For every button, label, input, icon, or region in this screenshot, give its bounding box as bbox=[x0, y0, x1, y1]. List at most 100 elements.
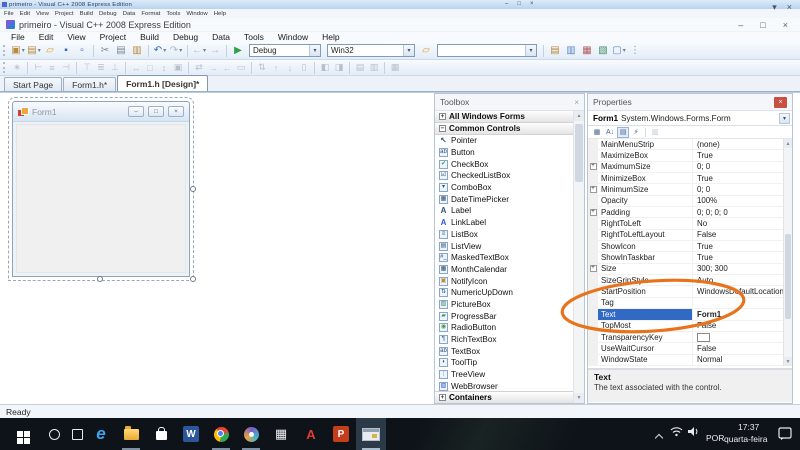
find-combo[interactable]: ▾ bbox=[437, 44, 537, 57]
make-horizontal-spacing-equal-button[interactable]: ⇄ bbox=[193, 61, 206, 74]
toolbox-button[interactable]: ▧ bbox=[596, 43, 611, 58]
glitch-menu-item[interactable]: Format bbox=[141, 11, 160, 16]
cortana-button[interactable] bbox=[42, 418, 66, 450]
property-value[interactable]: True bbox=[693, 252, 783, 262]
clock-date[interactable]: quarta-feira bbox=[724, 434, 767, 444]
toolbar-grip[interactable] bbox=[3, 45, 7, 56]
close-button[interactable]: × bbox=[783, 20, 788, 30]
chevron-down-icon[interactable]: ▾ bbox=[779, 113, 790, 124]
speaker-icon[interactable] bbox=[687, 426, 700, 437]
menu-item[interactable]: Data bbox=[205, 32, 237, 42]
toolbox-item-label[interactable]: A Label bbox=[435, 205, 573, 217]
solution-platforms-combo[interactable]: Win32 ▾ bbox=[327, 44, 415, 57]
align-lefts-button[interactable]: ⊢ bbox=[32, 61, 45, 74]
send-to-back-button[interactable]: ▥ bbox=[368, 61, 381, 74]
add-new-item-button[interactable]: ▤ bbox=[27, 43, 42, 58]
RightToLeft[interactable]: + RightToLeft No bbox=[588, 218, 783, 229]
scrollbar-thumb[interactable] bbox=[785, 234, 791, 319]
properties-view-icon[interactable]: ▤ bbox=[617, 127, 629, 138]
cut-button[interactable]: ✂ bbox=[98, 43, 113, 58]
resize-handle-right[interactable] bbox=[190, 186, 196, 192]
RightToLeftLayout[interactable]: + RightToLeftLayout False bbox=[588, 230, 783, 241]
close-icon[interactable]: × bbox=[774, 97, 787, 108]
toolbox-section-containers[interactable]: + Containers bbox=[435, 391, 573, 403]
wifi-icon[interactable] bbox=[670, 426, 683, 437]
scroll-down-icon[interactable]: ▼ bbox=[784, 357, 792, 366]
scrollbar-thumb[interactable] bbox=[575, 124, 583, 182]
clock-time[interactable]: 17:37 bbox=[738, 422, 759, 432]
events-icon[interactable]: ⚡ bbox=[630, 127, 642, 138]
MaximumSize[interactable]: + MaximumSize 0; 0 bbox=[588, 162, 783, 173]
toolbox-item-combobox[interactable]: ▾ ComboBox bbox=[435, 182, 573, 194]
snap-to-grid-button[interactable]: ∗ bbox=[11, 61, 24, 74]
properties-scrollbar[interactable]: ▲ ▼ bbox=[783, 139, 792, 366]
designed-form-client-area[interactable] bbox=[16, 124, 186, 273]
UseWaitCursor[interactable]: + UseWaitCursor False bbox=[588, 343, 783, 354]
action-center-icon[interactable] bbox=[778, 427, 792, 440]
chevron-down-icon[interactable]: ▾ bbox=[403, 45, 414, 56]
increase-vertical-spacing-button[interactable]: ↑ bbox=[270, 61, 283, 74]
glitch-menu-item[interactable]: Edit bbox=[20, 11, 30, 16]
microsoft-store-icon[interactable] bbox=[146, 418, 176, 450]
glitch-menu-item[interactable]: Build bbox=[80, 11, 93, 16]
alphabetical-icon[interactable]: A↓ bbox=[604, 127, 616, 138]
undo-button[interactable]: ↶ bbox=[153, 43, 168, 58]
file-explorer-icon[interactable] bbox=[116, 418, 146, 450]
toolbox-item-datetimepicker[interactable]: ▦ DateTimePicker bbox=[435, 193, 573, 205]
ShowIcon[interactable]: + ShowIcon True bbox=[588, 241, 783, 252]
property-value[interactable]: 0; 0 bbox=[693, 162, 783, 172]
folder-icon-button[interactable]: ▱ bbox=[419, 43, 434, 58]
glitch-menu-item[interactable]: View bbox=[36, 11, 49, 16]
maximize-icon[interactable]: □ bbox=[517, 1, 521, 7]
scroll-up-icon[interactable]: ▲ bbox=[574, 111, 584, 121]
designed-form[interactable]: Form1 – □ × bbox=[12, 101, 190, 277]
toolbox-section-all-windows-forms[interactable]: + All Windows Forms bbox=[435, 111, 573, 123]
resize-handle-bottom[interactable] bbox=[97, 276, 103, 282]
scroll-up-icon[interactable]: ▲ bbox=[784, 139, 792, 148]
open-file-button[interactable]: ▱ bbox=[43, 43, 58, 58]
property-value[interactable]: True bbox=[693, 150, 783, 160]
glitch-menu-item[interactable]: Help bbox=[214, 11, 226, 16]
menu-item[interactable]: Edit bbox=[32, 32, 61, 42]
menu-item[interactable]: Tools bbox=[237, 32, 271, 42]
make-same-height-button[interactable]: ↕ bbox=[158, 61, 171, 74]
tab-order-button[interactable]: ▦ bbox=[389, 61, 402, 74]
start-button[interactable] bbox=[0, 418, 40, 450]
toolbox-item-radiobutton[interactable]: ◉ RadioButton bbox=[435, 322, 573, 334]
categorized-icon[interactable]: ▦ bbox=[591, 127, 603, 138]
powerpoint-icon[interactable]: P bbox=[326, 418, 356, 450]
align-centers-button[interactable]: ≡ bbox=[46, 61, 59, 74]
remove-vertical-spacing-button[interactable]: ▯ bbox=[298, 61, 311, 74]
property-value[interactable]: 300; 300 bbox=[693, 264, 783, 274]
close-icon[interactable]: × bbox=[574, 98, 579, 107]
chrome-icon[interactable] bbox=[206, 418, 236, 450]
align-bottoms-button[interactable]: ⊥ bbox=[109, 61, 122, 74]
resize-handle-corner[interactable] bbox=[190, 276, 196, 282]
glitch-menu-item[interactable]: File bbox=[4, 11, 14, 16]
property-value[interactable]: False bbox=[693, 230, 783, 240]
show-hidden-icons-button[interactable] bbox=[655, 434, 663, 442]
TopMost[interactable]: + TopMost False bbox=[588, 321, 783, 332]
toolbox-item-listview[interactable]: ▤ ListView bbox=[435, 240, 573, 252]
glitch-menu-item[interactable]: Tools bbox=[166, 11, 180, 16]
MinimumSize[interactable]: + MinimumSize 0; 0 bbox=[588, 184, 783, 195]
menu-item[interactable]: View bbox=[60, 32, 92, 42]
color-swatch[interactable] bbox=[697, 333, 710, 342]
align-middles-button[interactable]: ≣ bbox=[95, 61, 108, 74]
word-icon[interactable]: W bbox=[176, 418, 206, 450]
active-files-dropdown-icon[interactable]: ▾ bbox=[772, 2, 777, 13]
expand-icon[interactable]: + bbox=[590, 163, 597, 170]
align-rights-button[interactable]: ⊣ bbox=[60, 61, 73, 74]
bring-to-front-button[interactable]: ▤ bbox=[354, 61, 367, 74]
toolbox-item-monthcalendar[interactable]: ▦ MonthCalendar bbox=[435, 264, 573, 276]
Size[interactable]: + Size 300; 300 bbox=[588, 264, 783, 275]
glitch-menu-item[interactable]: Project bbox=[55, 11, 74, 16]
toolbox-item-checkedlistbox[interactable]: ☑ CheckedListBox bbox=[435, 170, 573, 182]
menu-item[interactable]: Help bbox=[315, 32, 346, 42]
toolbox-item-textbox[interactable]: ab TextBox bbox=[435, 345, 573, 357]
property-value[interactable]: True bbox=[693, 241, 783, 251]
copy-button[interactable]: ▤ bbox=[114, 43, 129, 58]
scroll-down-icon[interactable]: ▼ bbox=[574, 393, 584, 403]
other-windows-button[interactable]: ▢ bbox=[612, 43, 627, 58]
remove-horizontal-spacing-button[interactable]: ▭ bbox=[235, 61, 248, 74]
